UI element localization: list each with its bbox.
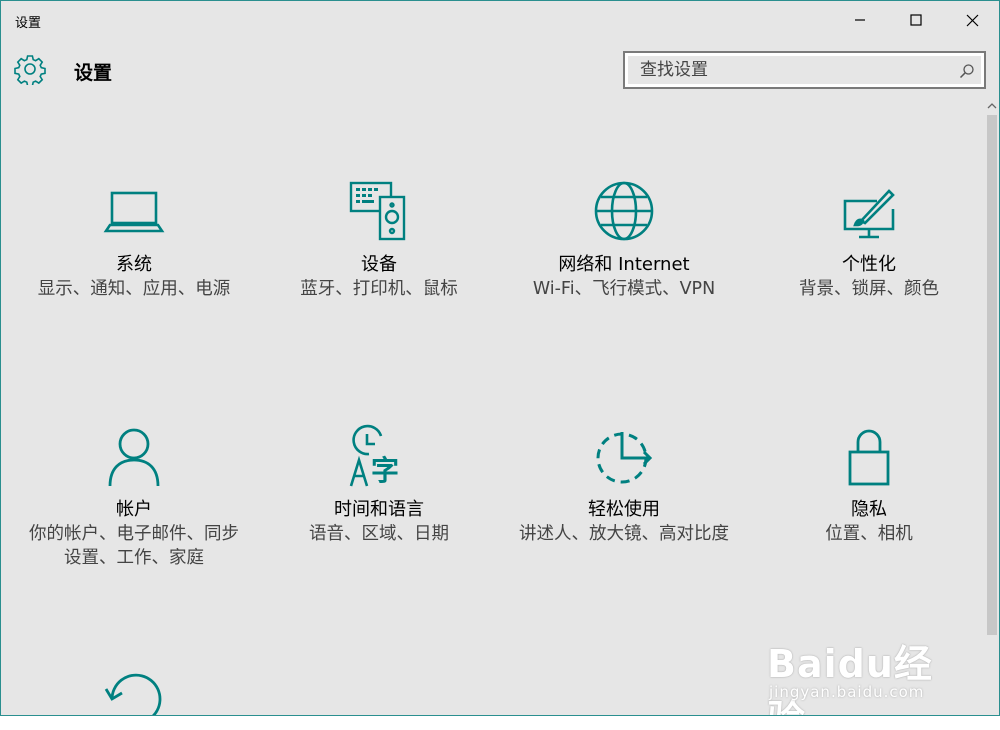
update-icon <box>104 673 162 715</box>
settings-header: 设置 <box>1 39 999 99</box>
tile-ease-of-access[interactable]: 轻松使用 讲述人、放大镜、高对比度 <box>504 424 744 546</box>
tile-description: 位置、相机 <box>825 524 913 544</box>
baidu-watermark: Baidu经验 jingyan.baidu.com <box>767 621 957 715</box>
tile-label: 隐私 <box>851 499 887 520</box>
person-icon <box>108 428 160 487</box>
tile-description: Wi-Fi、飞行模式、VPN <box>532 279 716 299</box>
tile-accounts[interactable]: 帐户 你的帐户、电子邮件、同步设置、工作、家庭 <box>14 424 254 570</box>
tile-label: 轻松使用 <box>588 499 660 520</box>
lock-icon <box>848 429 890 486</box>
tile-description: 语音、区域、日期 <box>309 524 449 544</box>
watermark-url: jingyan.baidu.com <box>769 683 925 701</box>
tile-update-security[interactable] <box>14 669 254 715</box>
tile-label: 个性化 <box>842 254 896 275</box>
tile-network[interactable]: 网络和 Internet Wi-Fi、飞行模式、VPN <box>504 179 744 301</box>
tile-devices[interactable]: 设备 蓝牙、打印机、鼠标 <box>259 179 499 301</box>
tile-description: 蓝牙、打印机、鼠标 <box>300 279 458 299</box>
tile-label: 系统 <box>116 254 152 275</box>
gear-icon <box>14 55 46 85</box>
tile-system[interactable]: 系统 显示、通知、应用、电源 <box>14 179 254 301</box>
tile-label: 网络和 Internet <box>558 254 690 275</box>
search-icon[interactable] <box>959 63 975 79</box>
tile-description: 讲述人、放大镜、高对比度 <box>519 524 729 544</box>
tile-label: 设备 <box>361 254 397 275</box>
title-bar[interactable]: 设置 <box>1 1 999 39</box>
scroll-up-arrow-icon[interactable] <box>987 101 997 111</box>
close-button[interactable] <box>949 5 995 35</box>
tile-label: 时间和语言 <box>334 499 424 520</box>
watermark-logo: Baidu经验 <box>767 642 933 715</box>
minimize-icon <box>855 19 865 21</box>
tile-description: 你的帐户、电子邮件、同步设置、工作、家庭 <box>29 524 239 568</box>
search-input[interactable] <box>628 56 981 84</box>
tile-label: 帐户 <box>116 499 152 520</box>
devices-icon <box>349 181 406 241</box>
ease-of-access-icon <box>596 432 653 484</box>
settings-window: 设置 设置 查找设置 系统 显示、通知、应用、电源 设备 蓝牙、打印机、鼠标 网… <box>0 0 1000 716</box>
globe-icon <box>594 181 654 241</box>
search-box[interactable] <box>623 51 986 89</box>
tile-personalization[interactable]: 个性化 背景、锁屏、颜色 <box>749 179 989 301</box>
tile-privacy[interactable]: 隐私 位置、相机 <box>749 424 989 546</box>
personalization-icon <box>843 189 895 239</box>
tile-time-language[interactable]: 字 时间和语言 语音、区域、日期 <box>259 424 499 546</box>
laptop-icon <box>103 191 165 233</box>
window-title: 设置 <box>15 16 42 31</box>
svg-text:字: 字 <box>371 454 399 487</box>
tile-description: 显示、通知、应用、电源 <box>37 279 231 299</box>
minimize-button[interactable] <box>837 5 883 35</box>
time-language-icon: 字 <box>349 424 399 487</box>
maximize-button[interactable] <box>893 5 939 35</box>
close-icon <box>966 14 978 26</box>
page-title: 设置 <box>74 62 113 84</box>
tile-description: 背景、锁屏、颜色 <box>799 279 939 299</box>
maximize-icon <box>910 14 922 26</box>
